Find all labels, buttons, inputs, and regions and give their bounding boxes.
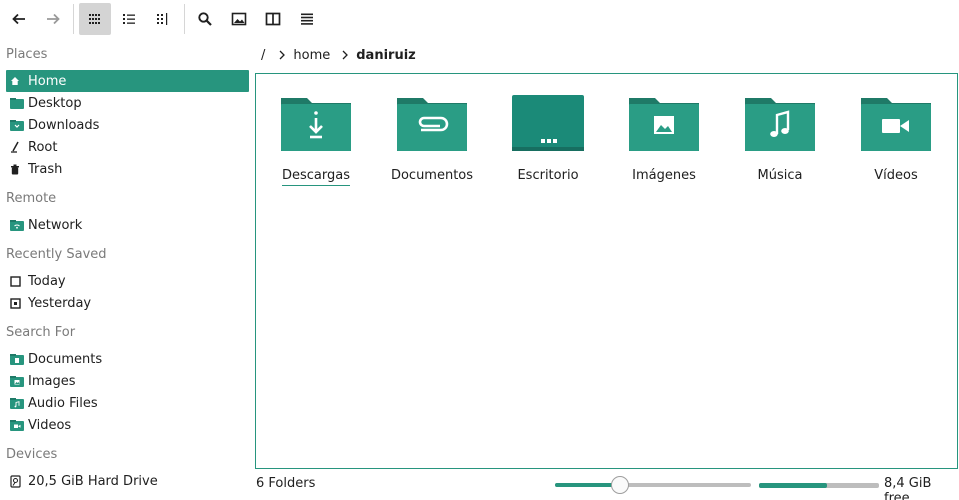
sidebar-item-downloads[interactable]: Downloads bbox=[6, 114, 249, 136]
calendar-yesterday-icon bbox=[6, 297, 28, 309]
image-icon bbox=[231, 12, 247, 26]
sidebar-item-label: Today bbox=[28, 273, 66, 289]
sidebar-item-label: Desktop bbox=[28, 95, 82, 111]
folder-label: Vídeos bbox=[874, 168, 918, 183]
sidebar-item-images[interactable]: Images bbox=[6, 370, 249, 392]
chevron-right-icon bbox=[336, 50, 354, 60]
breadcrumb-home[interactable]: home bbox=[291, 48, 332, 63]
desktop-dots-icon bbox=[512, 95, 584, 151]
folder-label: Escritorio bbox=[517, 168, 579, 183]
file-view[interactable]: Descargas Documentos Escritorio Imágenes bbox=[255, 73, 958, 469]
toolbar-separator bbox=[184, 4, 185, 34]
folder-item-videos[interactable]: Vídeos bbox=[838, 94, 954, 194]
preview-button[interactable] bbox=[223, 3, 255, 35]
downloads-folder-icon bbox=[6, 119, 28, 131]
home-icon bbox=[6, 76, 28, 86]
download-arrow-icon bbox=[281, 98, 351, 151]
column-view-button[interactable] bbox=[147, 3, 179, 35]
sidebar-item-videos[interactable]: Videos bbox=[6, 414, 249, 436]
breadcrumb: / home daniruiz bbox=[256, 44, 418, 66]
folder-label: Descargas bbox=[258, 168, 374, 186]
arrow-left-icon bbox=[12, 13, 25, 25]
zoom-slider[interactable] bbox=[555, 476, 751, 494]
search-icon bbox=[198, 12, 212, 26]
sidebar-item-root[interactable]: Root bbox=[6, 136, 249, 158]
split-pane-icon bbox=[265, 12, 281, 26]
breadcrumb-root[interactable]: / bbox=[259, 48, 267, 63]
back-button[interactable] bbox=[3, 3, 35, 35]
folder-label: Imágenes bbox=[632, 168, 696, 183]
sidebar-item-label: Documents bbox=[28, 351, 103, 367]
columns-icon bbox=[157, 13, 168, 25]
folder-item-documentos[interactable]: Documentos bbox=[374, 94, 490, 194]
images-folder-icon bbox=[6, 375, 28, 387]
zoom-slider-handle[interactable] bbox=[611, 476, 629, 494]
sidebar-item-hard-drive[interactable]: 20,5 GiB Hard Drive bbox=[6, 470, 249, 492]
sidebar-item-audio-files[interactable]: Audio Files bbox=[6, 392, 249, 414]
music-note-icon bbox=[745, 98, 815, 151]
grid-view-button[interactable] bbox=[79, 3, 111, 35]
section-title-devices: Devices bbox=[6, 447, 58, 462]
sidebar-item-desktop[interactable]: Desktop bbox=[6, 92, 249, 114]
disk-usage-fill bbox=[759, 483, 827, 488]
split-view-button[interactable] bbox=[257, 3, 289, 35]
documents-folder-icon bbox=[6, 353, 28, 365]
toolbar bbox=[0, 0, 959, 38]
root-slash-icon bbox=[6, 141, 28, 153]
arrow-right-icon bbox=[47, 13, 60, 25]
sidebar-item-label: Network bbox=[28, 217, 83, 233]
sidebar-item-home[interactable]: Home bbox=[6, 70, 249, 92]
calendar-today-icon bbox=[6, 275, 28, 287]
search-button[interactable] bbox=[189, 3, 221, 35]
free-space-label: 8,4 GiB free bbox=[884, 476, 932, 500]
picture-icon bbox=[629, 98, 699, 151]
folder-item-imagenes[interactable]: Imágenes bbox=[606, 94, 722, 194]
sidebar-item-label: Images bbox=[28, 373, 76, 389]
disk-usage-bar bbox=[759, 483, 879, 488]
chevron-right-icon bbox=[273, 50, 291, 60]
hamburger-menu-icon bbox=[301, 13, 313, 25]
section-title-remote: Remote bbox=[6, 191, 57, 206]
network-folder-icon bbox=[6, 219, 28, 231]
grid-icon bbox=[89, 14, 100, 24]
hard-drive-icon bbox=[6, 474, 28, 488]
sidebar: Places Home Desktop Downloads Root Trash… bbox=[0, 40, 256, 500]
paperclip-icon bbox=[397, 98, 467, 151]
list-view-button[interactable] bbox=[113, 3, 145, 35]
sidebar-item-yesterday[interactable]: Yesterday bbox=[6, 292, 249, 314]
video-camera-icon bbox=[861, 98, 931, 151]
sidebar-item-label: Home bbox=[28, 73, 67, 89]
sidebar-item-trash[interactable]: Trash bbox=[6, 158, 249, 180]
toolbar-separator bbox=[73, 4, 74, 34]
section-title-recently-saved: Recently Saved bbox=[6, 247, 107, 262]
sidebar-item-label: Audio Files bbox=[28, 395, 98, 411]
folder-label: Documentos bbox=[390, 168, 474, 183]
folder-count: 6 Folders bbox=[256, 476, 316, 491]
forward-button[interactable] bbox=[37, 3, 69, 35]
section-title-places: Places bbox=[6, 47, 48, 62]
videos-folder-icon bbox=[6, 419, 28, 431]
folder-item-escritorio[interactable]: Escritorio bbox=[490, 94, 606, 194]
menu-button[interactable] bbox=[291, 3, 323, 35]
breadcrumb-current[interactable]: daniruiz bbox=[354, 48, 417, 63]
folder-label: Música bbox=[757, 168, 803, 183]
sidebar-item-label: Downloads bbox=[28, 117, 100, 133]
folder-item-musica[interactable]: Música bbox=[722, 94, 838, 194]
trash-icon bbox=[6, 164, 28, 175]
sidebar-item-network[interactable]: Network bbox=[6, 214, 249, 236]
sidebar-item-label: Root bbox=[28, 139, 58, 155]
sidebar-item-documents[interactable]: Documents bbox=[6, 348, 249, 370]
sidebar-item-label: 20,5 GiB Hard Drive bbox=[28, 473, 158, 489]
list-icon bbox=[123, 14, 135, 24]
section-title-search-for: Search For bbox=[6, 325, 76, 340]
sidebar-item-label: Yesterday bbox=[28, 295, 92, 311]
folder-item-descargas[interactable]: Descargas bbox=[258, 94, 374, 194]
desktop-folder-icon bbox=[6, 97, 28, 109]
sidebar-item-label: Trash bbox=[28, 161, 63, 177]
audio-folder-icon bbox=[6, 397, 28, 409]
sidebar-item-label: Videos bbox=[28, 417, 72, 433]
sidebar-item-today[interactable]: Today bbox=[6, 270, 249, 292]
